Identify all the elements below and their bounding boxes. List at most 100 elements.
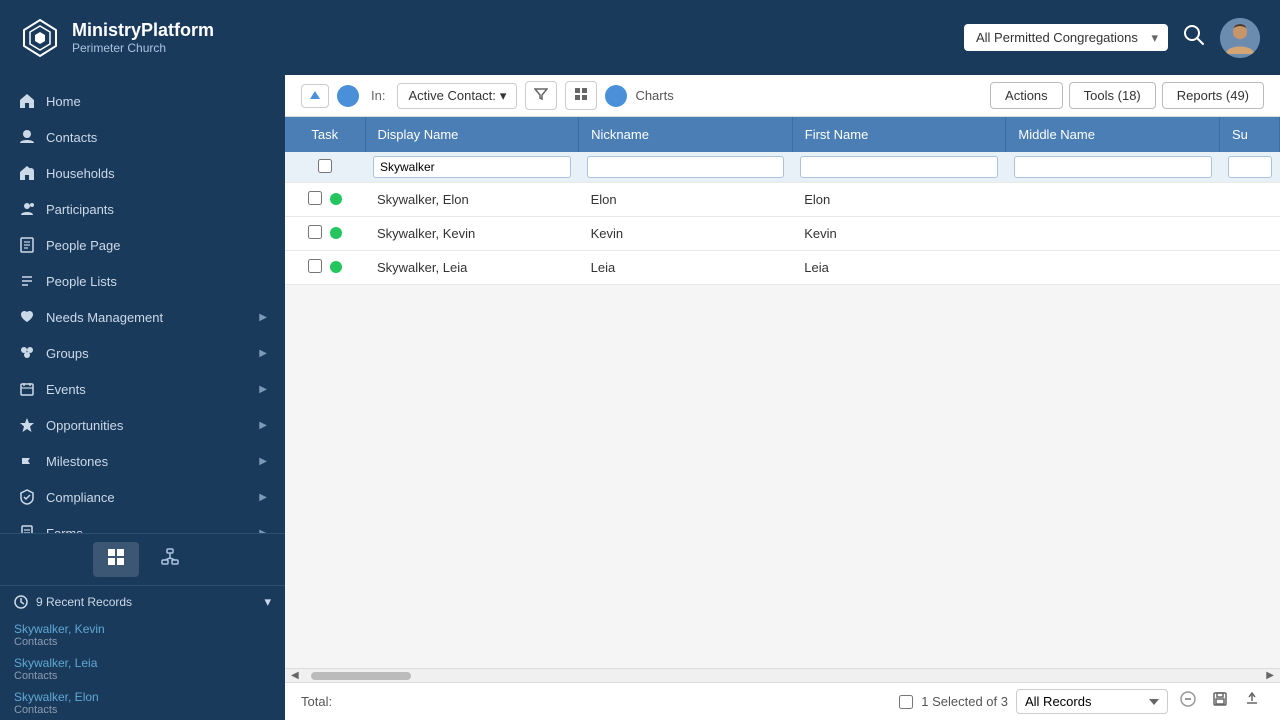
sidebar-item-milestones[interactable]: Milestones ▶ — [0, 443, 285, 479]
sidebar-table-view-button[interactable] — [93, 542, 139, 577]
participants-icon — [18, 200, 36, 218]
recent-records-collapse: ▾ — [264, 594, 271, 610]
sidebar-item-people-lists[interactable]: People Lists — [0, 263, 285, 299]
sidebar-item-events[interactable]: Events ▶ — [0, 371, 285, 407]
row-1-checkbox[interactable] — [308, 225, 322, 239]
sidebar-item-groups[interactable]: Groups ▶ — [0, 335, 285, 371]
recent-records-header[interactable]: 9 Recent Records ▾ — [0, 586, 285, 618]
opportunities-arrow: ▶ — [259, 420, 267, 431]
sidebar-org-view-button[interactable] — [147, 542, 193, 577]
row-2-nickname: Leia — [579, 251, 793, 285]
table-body: Skywalker, Elon Elon Elon — [285, 183, 1280, 285]
header-right: All Permitted Congregations Main Campus … — [964, 18, 1260, 58]
records-type-select[interactable]: All Records Selected Records Unselected … — [1016, 689, 1168, 714]
households-icon — [18, 164, 36, 182]
sidebar-item-forms-label: Forms — [46, 526, 249, 534]
sidebar-item-opportunities[interactable]: Opportunities ▶ — [0, 407, 285, 443]
footer-save-button[interactable] — [1208, 689, 1232, 714]
active-contact-label: Active Contact: — [408, 88, 495, 103]
sidebar-item-compliance[interactable]: Compliance ▶ — [0, 479, 285, 515]
recent-item-0-name[interactable]: Skywalker, Kevin — [14, 622, 271, 636]
sidebar-item-events-label: Events — [46, 382, 249, 397]
recent-item-0[interactable]: Skywalker, Kevin Contacts — [0, 618, 285, 652]
recent-item-1[interactable]: Skywalker, Leia Contacts — [0, 652, 285, 686]
footer-right: 1 Selected of 3 All Records Selected Rec… — [899, 689, 1264, 714]
table-row: Skywalker, Elon Elon Elon — [285, 183, 1280, 217]
selected-count: 1 Selected of 3 — [921, 694, 1008, 709]
sidebar-item-needs-management[interactable]: Needs Management ▶ — [0, 299, 285, 335]
people-page-icon — [18, 236, 36, 254]
footer-export-button[interactable] — [1240, 689, 1264, 714]
row-2-task-cell — [285, 251, 365, 285]
row-1-display-name[interactable]: Skywalker, Kevin — [365, 217, 579, 251]
row-0-checkbox[interactable] — [308, 191, 322, 205]
row-0-first-name: Elon — [792, 183, 1006, 217]
filter-nickname-input[interactable] — [587, 156, 785, 178]
recent-item-1-name[interactable]: Skywalker, Leia — [14, 656, 271, 670]
sidebar-item-groups-label: Groups — [46, 346, 249, 361]
th-middle-name[interactable]: Middle Name — [1006, 117, 1220, 152]
total-label: Total: — [301, 694, 332, 709]
tools-button[interactable]: Tools (18) — [1069, 82, 1156, 109]
recent-item-2[interactable]: Skywalker, Elon Contacts — [0, 686, 285, 720]
horizontal-scrollbar[interactable]: ◀ ▶ — [285, 668, 1280, 682]
logo-text: MinistryPlatform Perimeter Church — [72, 20, 214, 55]
sidebar-item-opportunities-label: Opportunities — [46, 418, 249, 433]
recent-item-2-name[interactable]: Skywalker, Elon — [14, 690, 271, 704]
th-nickname[interactable]: Nickname — [579, 117, 793, 152]
sidebar-nav: Home Contacts Households — [0, 75, 285, 533]
congregation-wrapper[interactable]: All Permitted Congregations Main Campus … — [964, 24, 1168, 51]
data-table-wrapper[interactable]: Task Display Name Nickname First Name — [285, 117, 1280, 668]
sidebar-item-home[interactable]: Home — [0, 83, 285, 119]
actions-button[interactable]: Actions — [990, 82, 1063, 109]
clock-icon — [14, 595, 28, 609]
filter-middle-name-input[interactable] — [1014, 156, 1212, 178]
footer-checkbox[interactable] — [899, 695, 913, 709]
grid-view-button[interactable] — [565, 81, 597, 110]
footer-delete-button[interactable] — [1176, 689, 1200, 714]
sidebar-item-forms[interactable]: Forms ▶ — [0, 515, 285, 533]
scroll-bar-thumb[interactable] — [311, 672, 411, 680]
filter-display-name-cell — [365, 152, 579, 183]
sort-up-button[interactable] — [301, 84, 329, 108]
select-all-checkbox[interactable] — [318, 159, 332, 173]
sidebar-item-people-lists-label: People Lists — [46, 274, 267, 289]
row-0-su — [1220, 183, 1280, 217]
congregation-selector[interactable]: All Permitted Congregations Main Campus … — [964, 24, 1168, 51]
row-2-first-name: Leia — [792, 251, 1006, 285]
row-0-display-name[interactable]: Skywalker, Elon — [365, 183, 579, 217]
charts-area: Charts — [635, 88, 673, 103]
header-search-button[interactable] — [1183, 24, 1205, 52]
filter-display-name-input[interactable] — [373, 156, 571, 178]
filter-su-input[interactable] — [1228, 156, 1272, 178]
th-display-name[interactable]: Display Name — [365, 117, 579, 152]
filter-button[interactable] — [525, 81, 557, 110]
sidebar-item-participants[interactable]: Participants — [0, 191, 285, 227]
filter-icon — [534, 87, 548, 101]
row-2-checkbox[interactable] — [308, 259, 322, 273]
th-su[interactable]: Su — [1220, 117, 1280, 152]
row-2-display-name[interactable]: Skywalker, Leia — [365, 251, 579, 285]
row-1-status-dot — [330, 227, 342, 239]
table-header-row: Task Display Name Nickname First Name — [285, 117, 1280, 152]
th-first-name[interactable]: First Name — [792, 117, 1006, 152]
events-icon — [18, 380, 36, 398]
sidebar-item-home-label: Home — [46, 94, 267, 109]
scroll-left-arrow[interactable]: ◀ — [289, 668, 301, 683]
scroll-right-arrow[interactable]: ▶ — [1264, 668, 1276, 683]
sort-up-icon — [308, 89, 322, 103]
reports-button[interactable]: Reports (49) — [1162, 82, 1264, 109]
sidebar-item-people-page[interactable]: People Page — [0, 227, 285, 263]
sidebar-item-households-label: Households — [46, 166, 267, 181]
sidebar-item-households[interactable]: Households — [0, 155, 285, 191]
active-contact-filter[interactable]: Active Contact: ▾ — [397, 83, 517, 109]
recent-records-title: 9 Recent Records — [14, 595, 132, 609]
groups-icon — [18, 344, 36, 362]
sidebar-item-contacts[interactable]: Contacts — [0, 119, 285, 155]
row-1-task-cell — [285, 217, 365, 251]
groups-arrow: ▶ — [259, 348, 267, 359]
user-avatar[interactable] — [1220, 18, 1260, 58]
filter-first-name-input[interactable] — [800, 156, 998, 178]
row-1-su — [1220, 217, 1280, 251]
row-0-middle-name — [1006, 183, 1220, 217]
